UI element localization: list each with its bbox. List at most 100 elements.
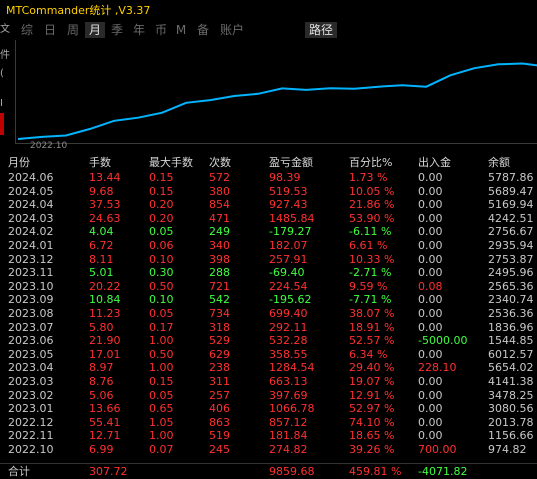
left-strip-char: ( bbox=[0, 68, 4, 79]
row-max-lots: 0.20 bbox=[149, 211, 174, 225]
row-max-lots: 1.00 bbox=[149, 429, 174, 443]
row-percent: 6.34 % bbox=[349, 347, 388, 361]
row-balance: 3080.56 bbox=[488, 402, 534, 416]
table-row[interactable]: 2023.09 10.84 0.10 542 -195.62 -7.71 % 0.00 234… bbox=[0, 293, 537, 307]
total-label: 合计 bbox=[8, 465, 30, 478]
row-pnl: 1066.78 bbox=[269, 402, 315, 416]
table-row[interactable]: 2023.03 8.76 0.15 311 663.13 19.07 % 0.00 4141.… bbox=[0, 375, 537, 389]
table-row[interactable]: 2024.01 6.72 0.06 340 182.07 6.61 % 0.00 2935.9… bbox=[0, 239, 537, 253]
table-row[interactable]: 2023.10 20.22 0.50 721 224.54 9.59 % 0.08 2565.… bbox=[0, 280, 537, 294]
row-percent: 10.33 % bbox=[349, 252, 395, 266]
row-max-lots: 0.05 bbox=[149, 388, 174, 402]
row-percent: 18.65 % bbox=[349, 429, 395, 443]
table-row[interactable]: 2022.10 6.99 0.07 245 274.82 39.26 % 700.00 974… bbox=[0, 443, 537, 457]
row-lots: 21.90 bbox=[89, 334, 121, 348]
table-row[interactable]: 2023.05 17.01 0.50 629 358.55 6.34 % 0.00 6012.… bbox=[0, 348, 537, 362]
row-lots: 9.68 bbox=[89, 184, 114, 198]
row-balance: 2756.67 bbox=[488, 225, 534, 239]
row-pnl: 224.54 bbox=[269, 279, 308, 293]
table-row[interactable]: 2023.07 5.80 0.17 318 292.11 18.91 % 0.00 1836.… bbox=[0, 321, 537, 335]
row-flow: 0.00 bbox=[418, 347, 443, 361]
table-row[interactable]: 2022.12 55.41 1.05 863 857.12 74.10 % 0.00 2013… bbox=[0, 416, 537, 430]
table-row[interactable]: 2024.03 24.63 0.20 471 1485.84 53.90 % 0.00 424… bbox=[0, 212, 537, 226]
table-row[interactable]: 2023.12 8.11 0.10 398 257.91 10.33 % 0.00 2753.… bbox=[0, 253, 537, 267]
row-flow: 0.00 bbox=[418, 171, 443, 184]
row-flow: 0.00 bbox=[418, 252, 443, 266]
row-max-lots: 1.00 bbox=[149, 361, 174, 375]
row-percent: 10.05 % bbox=[349, 184, 395, 198]
tab-quarter[interactable]: 季 bbox=[108, 22, 126, 38]
table-row[interactable]: 2023.02 5.06 0.05 257 397.69 12.91 % 0.00 3478.… bbox=[0, 389, 537, 403]
row-max-lots: 0.10 bbox=[149, 252, 174, 266]
row-count: 863 bbox=[209, 415, 230, 429]
table-row[interactable]: 2023.04 8.97 1.00 238 1284.54 29.40 % 228.10 56… bbox=[0, 361, 537, 375]
row-month: 2024.06 bbox=[8, 171, 54, 184]
row-lots: 6.99 bbox=[89, 443, 114, 456]
row-month: 2024.03 bbox=[8, 211, 54, 225]
tab-note[interactable]: 备 bbox=[194, 22, 212, 38]
row-flow: 0.00 bbox=[418, 402, 443, 416]
table-row[interactable]: 2022.11 12.71 1.00 519 181.84 18.65 % 0.00 1156… bbox=[0, 429, 537, 443]
header-month: 月份 bbox=[8, 156, 30, 169]
row-max-lots: 0.65 bbox=[149, 402, 174, 416]
row-pnl: 1284.54 bbox=[269, 361, 315, 375]
left-strip-char: I bbox=[0, 98, 3, 109]
tab-magic[interactable]: M bbox=[174, 22, 188, 38]
tab-symbol[interactable]: 币 bbox=[152, 22, 170, 38]
row-month: 2024.04 bbox=[8, 198, 54, 212]
tab-day[interactable]: 日 bbox=[41, 22, 59, 38]
table-row[interactable]: 2024.06 13.44 0.15 572 98.39 1.73 % 0.00 5787.8… bbox=[0, 171, 537, 185]
row-max-lots: 0.50 bbox=[149, 279, 174, 293]
row-balance: 2013.78 bbox=[488, 415, 534, 429]
row-month: 2023.08 bbox=[8, 307, 54, 320]
row-percent: 21.86 % bbox=[349, 198, 395, 212]
row-percent: 12.91 % bbox=[349, 388, 395, 402]
row-pnl: 98.39 bbox=[269, 171, 301, 184]
title-bar: MTCommander统计 ,V3.37 bbox=[0, 0, 537, 18]
row-percent: 52.57 % bbox=[349, 334, 395, 348]
row-balance: 2495.96 bbox=[488, 266, 534, 280]
row-flow: 0.00 bbox=[418, 198, 443, 212]
row-count: 629 bbox=[209, 347, 230, 361]
row-balance: 5689.47 bbox=[488, 184, 534, 198]
row-percent: 18.91 % bbox=[349, 320, 395, 334]
row-percent: 74.10 % bbox=[349, 415, 395, 429]
header-percent: 百分比% bbox=[349, 156, 393, 169]
row-flow: 0.00 bbox=[418, 415, 443, 429]
row-flow: 0.00 bbox=[418, 266, 443, 280]
row-max-lots: 0.17 bbox=[149, 320, 174, 334]
row-flow: 700.00 bbox=[418, 443, 457, 456]
row-lots: 5.80 bbox=[89, 320, 114, 334]
tab-month[interactable]: 月 bbox=[85, 22, 105, 38]
table-row[interactable]: 2024.02 4.04 0.05 249 -179.27 -6.11 % 0.00 2756… bbox=[0, 225, 537, 239]
header-count: 次数 bbox=[209, 156, 231, 169]
row-percent: 38.07 % bbox=[349, 307, 395, 320]
table-row[interactable]: 2024.04 37.53 0.20 854 927.43 21.86 % 0.00 5169… bbox=[0, 198, 537, 212]
row-lots: 5.01 bbox=[89, 266, 114, 280]
tab-week[interactable]: 周 bbox=[64, 22, 82, 38]
tab-summary[interactable]: 综 bbox=[18, 22, 36, 38]
table-row[interactable]: 2023.06 21.90 1.00 529 532.28 52.57 % -5000.00… bbox=[0, 334, 537, 348]
row-percent: -6.11 % bbox=[349, 225, 392, 239]
row-pnl: 663.13 bbox=[269, 375, 308, 388]
tab-account[interactable]: 账户 bbox=[218, 22, 246, 38]
table-row[interactable]: 2023.08 11.23 0.05 734 699.40 38.07 % 0.00 2536… bbox=[0, 307, 537, 321]
row-pnl: -69.40 bbox=[269, 266, 305, 280]
row-count: 398 bbox=[209, 252, 230, 266]
header-pnl: 盈亏金额 bbox=[269, 156, 313, 169]
table-row[interactable]: 2023.11 5.01 0.30 288 -69.40 -2.71 % 0.00 2495.… bbox=[0, 266, 537, 280]
path-button[interactable]: 路径 bbox=[305, 22, 338, 38]
table-row[interactable]: 2024.05 9.68 0.15 380 519.53 10.05 % 0.00 5689.… bbox=[0, 185, 537, 199]
row-pnl: 519.53 bbox=[269, 184, 308, 198]
row-pnl: 927.43 bbox=[269, 198, 308, 212]
row-balance: 2565.36 bbox=[488, 279, 534, 293]
row-max-lots: 0.20 bbox=[149, 198, 174, 212]
header-balance: 余额 bbox=[488, 156, 510, 169]
row-max-lots: 1.00 bbox=[149, 334, 174, 348]
row-flow: 0.00 bbox=[418, 184, 443, 198]
row-flow: 0.00 bbox=[418, 239, 443, 252]
row-month: 2024.05 bbox=[8, 184, 54, 198]
row-percent: 6.61 % bbox=[349, 239, 388, 252]
table-row[interactable]: 2023.01 13.66 0.65 406 1066.78 52.97 % 0.00 308… bbox=[0, 402, 537, 416]
tab-year[interactable]: 年 bbox=[130, 22, 148, 38]
